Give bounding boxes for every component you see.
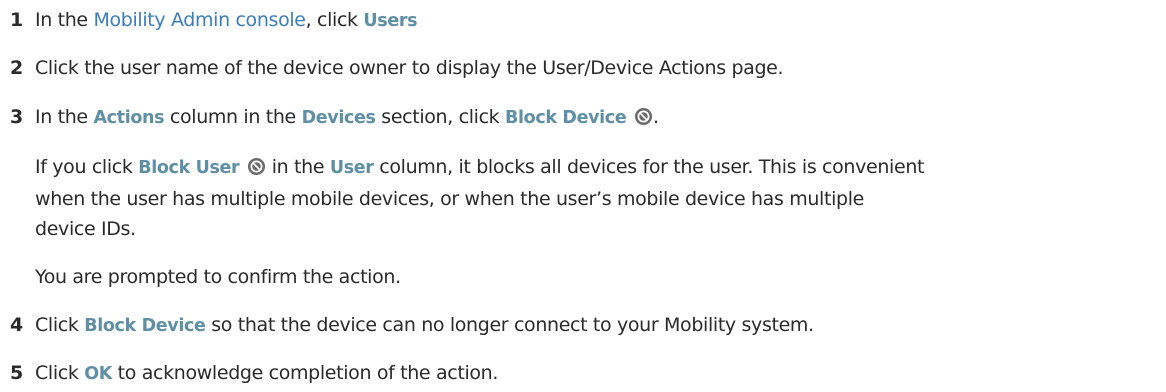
block-device-ui-term: Block Device: [84, 316, 206, 336]
step-3-note-line-3: device IDs.: [35, 218, 136, 240]
step-3-note-part: If you click: [35, 156, 139, 178]
block-icon: [247, 157, 266, 182]
step-1-text: In the Mobility Admin console, click Use…: [35, 8, 418, 33]
block-icon: [634, 107, 653, 132]
user-ui-term: User: [329, 158, 374, 178]
step-5-number: 5: [10, 362, 24, 384]
step-1-text-part: In the: [35, 9, 94, 31]
step-3-text-part: In the: [35, 106, 94, 128]
block-user-ui-term: Block User: [138, 158, 240, 178]
block-device-ui-term: Block Device: [505, 108, 627, 128]
step-3-note-line-1: If you click Block User in the User colu…: [35, 155, 924, 182]
step-4-text: Click Block Device so that the device ca…: [35, 313, 814, 338]
step-5-text: Click OK to acknowledge completion of th…: [35, 361, 498, 386]
step-3-note-part: in the: [266, 156, 330, 178]
step-1-text-part: , click: [305, 9, 364, 31]
step-1-number: 1: [10, 9, 24, 31]
step-3-text: In the Actions column in the Devices sec…: [35, 105, 659, 132]
step-3-number: 3: [10, 106, 24, 128]
step-2-number: 2: [10, 57, 24, 79]
mobility-admin-console-link[interactable]: Mobility Admin console: [93, 9, 306, 31]
step-5-text-part: to acknowledge completion of the action.: [111, 362, 499, 384]
step-2-text: Click the user name of the device owner …: [35, 57, 784, 79]
step-4-text-part: so that the device can no longer connect…: [205, 314, 814, 336]
step-3-note-part: column, it blocks all devices for the us…: [373, 156, 925, 178]
step-4-text-part: Click: [35, 314, 85, 336]
step-3-note-line-2: when the user has multiple mobile device…: [35, 188, 864, 210]
procedure-document: 1 In the Mobility Admin console, click U…: [0, 0, 1166, 392]
step-5-text-part: Click: [35, 362, 85, 384]
devices-ui-term: Devices: [301, 108, 376, 128]
ok-ui-term: OK: [84, 364, 112, 384]
step-3-text-part: .: [653, 106, 659, 128]
step-4-number: 4: [10, 314, 24, 336]
step-3-prompt: You are prompted to confirm the action.: [35, 266, 401, 288]
step-3-text-part: column in the: [164, 106, 302, 128]
actions-ui-term: Actions: [93, 108, 165, 128]
step-3-text-part: section, click: [375, 106, 506, 128]
users-ui-term: Users: [363, 11, 418, 31]
